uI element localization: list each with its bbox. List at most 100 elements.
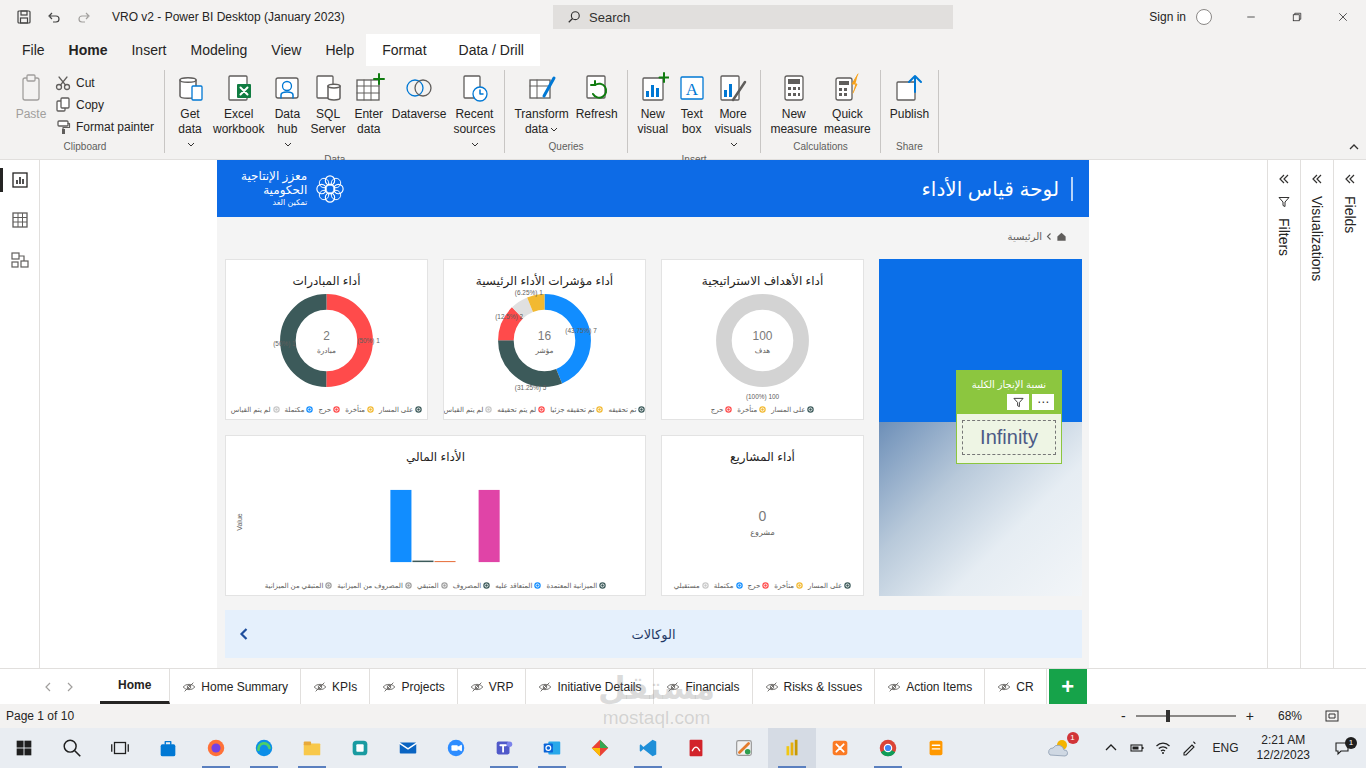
ribbon-button[interactable]: New measure: [767, 70, 820, 139]
collapsed-pane[interactable]: Fields: [1333, 160, 1366, 668]
ribbon-tab[interactable]: Modeling: [178, 34, 259, 66]
taskbar-app[interactable]: [480, 728, 528, 768]
legend-item[interactable]: متأخرة: [345, 405, 374, 414]
agencies-button[interactable]: الوكالات: [225, 610, 1082, 658]
bar[interactable]: [434, 561, 455, 562]
legend-item[interactable]: لم يتم القياس: [444, 405, 493, 414]
expand-pane-icon[interactable]: [1310, 172, 1324, 186]
breadcrumb-item[interactable]: الرئيسية: [1008, 231, 1042, 242]
legend-item[interactable]: تم تحقيقه: [608, 405, 645, 414]
legend-item[interactable]: المتعاقد عليه: [495, 581, 541, 590]
minimize-button[interactable]: [1228, 0, 1274, 34]
taskbar-app[interactable]: [576, 728, 624, 768]
collapsed-pane[interactable]: Visualizations: [1300, 160, 1333, 668]
legend-item[interactable]: المصروف من الميزانية: [337, 581, 412, 590]
legend-item[interactable]: لم يتم القياس: [231, 405, 280, 414]
taskbar-app[interactable]: [192, 728, 240, 768]
ribbon-button[interactable]: Transform data: [511, 70, 571, 139]
taskbar-app[interactable]: [912, 728, 960, 768]
fit-to-page-icon[interactable]: [1324, 708, 1340, 724]
donut-card[interactable]: أداء مؤشرات الأداء الرئيسية16مؤشر7 (43.7…: [443, 259, 646, 420]
donut-segment[interactable]: [724, 302, 801, 379]
taskbar-app[interactable]: [432, 728, 480, 768]
legend-item[interactable]: متأخرة: [774, 581, 803, 590]
battery-icon[interactable]: [1129, 740, 1145, 756]
donut-segment[interactable]: [288, 302, 365, 379]
ribbon-button[interactable]: AText box: [673, 70, 711, 139]
page-tab[interactable]: Risks & Issues: [753, 669, 876, 704]
weather-button[interactable]: 1: [1045, 736, 1073, 760]
home-icon[interactable]: [1056, 231, 1067, 242]
scroll-right-icon[interactable]: [66, 682, 74, 692]
redo-icon[interactable]: [76, 9, 92, 25]
taskbar-app[interactable]: [768, 728, 816, 768]
page-tab[interactable]: Home Summary: [170, 669, 301, 704]
ribbon-tab[interactable]: View: [259, 34, 313, 66]
expand-pane-icon[interactable]: [1277, 172, 1291, 186]
legend-item[interactable]: حرج: [748, 581, 770, 590]
taskbar-app[interactable]: [864, 728, 912, 768]
view-button[interactable]: [0, 170, 40, 190]
account-icon[interactable]: [1196, 9, 1212, 25]
projects-card[interactable]: أداء المشاريع0مشروععلى المسارمتأخرةحرجمك…: [661, 435, 864, 596]
ribbon-tab[interactable]: Format: [366, 34, 442, 66]
view-button[interactable]: [0, 250, 40, 270]
ribbon-button[interactable]: Excel workbook: [210, 70, 267, 139]
page-tab[interactable]: VRP: [458, 669, 527, 704]
taskbar-app[interactable]: [336, 728, 384, 768]
collapsed-pane[interactable]: Filters: [1267, 160, 1300, 668]
legend-item[interactable]: المتبقي: [417, 581, 448, 590]
legend-item[interactable]: لم يتم تحقيقه: [497, 405, 545, 414]
legend-item[interactable]: الميزانية المعتمدة: [546, 581, 606, 590]
ribbon-button[interactable]: Data hub: [268, 70, 306, 154]
ribbon-button[interactable]: Recent sources: [450, 70, 498, 154]
search-box[interactable]: Search: [553, 5, 953, 29]
legend-item[interactable]: المتبقي من الميزانية: [265, 581, 333, 590]
legend-item[interactable]: مكتملة: [285, 405, 314, 414]
filter-button[interactable]: [1007, 394, 1029, 410]
close-button[interactable]: [1320, 0, 1366, 34]
ribbon-button[interactable]: Paste: [12, 70, 50, 124]
expand-pane-icon[interactable]: [1343, 172, 1357, 186]
ribbon-button[interactable]: More visuals: [712, 70, 755, 154]
ribbon-tab[interactable]: Insert: [119, 34, 178, 66]
ribbon-button[interactable]: Format painter: [51, 118, 158, 136]
taskbar-app[interactable]: [384, 728, 432, 768]
search-button[interactable]: [48, 728, 96, 768]
collapse-ribbon-icon[interactable]: [1348, 141, 1360, 153]
ribbon-button[interactable]: Publish: [887, 70, 932, 124]
taskbar-app[interactable]: [816, 728, 864, 768]
bar[interactable]: [457, 562, 478, 563]
page-tab[interactable]: Initiative Details: [526, 669, 654, 704]
undo-icon[interactable]: [46, 9, 62, 25]
taskbar-app[interactable]: [672, 728, 720, 768]
zoom-out-button[interactable]: -: [1119, 708, 1128, 724]
page-tab[interactable]: Projects: [370, 669, 457, 704]
page-tab[interactable]: Action Items: [875, 669, 985, 704]
page-tab[interactable]: Home: [100, 669, 170, 704]
legend-item[interactable]: المصروف: [453, 581, 491, 590]
ribbon-tab[interactable]: File: [10, 34, 57, 66]
taskbar-app[interactable]: [240, 728, 288, 768]
sign-in-link[interactable]: Sign in: [1149, 10, 1186, 24]
zoom-slider[interactable]: [1136, 715, 1236, 717]
taskbar-app[interactable]: [528, 728, 576, 768]
legend-item[interactable]: حرج: [318, 405, 340, 414]
clock[interactable]: 2:21 AM12/2/2023: [1257, 733, 1310, 763]
ribbon-tab[interactable]: Help: [313, 34, 366, 66]
legend-item[interactable]: على المسار: [808, 581, 851, 590]
ribbon-button[interactable]: Dataverse: [389, 70, 450, 124]
zoom-slider-thumb[interactable]: [1166, 710, 1170, 722]
input-language[interactable]: ENG: [1213, 741, 1239, 755]
save-icon[interactable]: [16, 9, 32, 25]
financial-card[interactable]: الأداء الماليValueالميزانية المعتمدةالمت…: [225, 435, 646, 596]
taskbar-app[interactable]: [288, 728, 336, 768]
taskbar-app[interactable]: [624, 728, 672, 768]
donut-segment[interactable]: [288, 302, 365, 379]
legend-item[interactable]: متأخرة: [737, 405, 766, 414]
scroll-left-icon[interactable]: [44, 682, 52, 692]
bar[interactable]: [390, 490, 411, 562]
pen-icon[interactable]: [1181, 740, 1197, 756]
legend-item[interactable]: على المسار: [379, 405, 422, 414]
ribbon-button[interactable]: Refresh: [573, 70, 621, 124]
